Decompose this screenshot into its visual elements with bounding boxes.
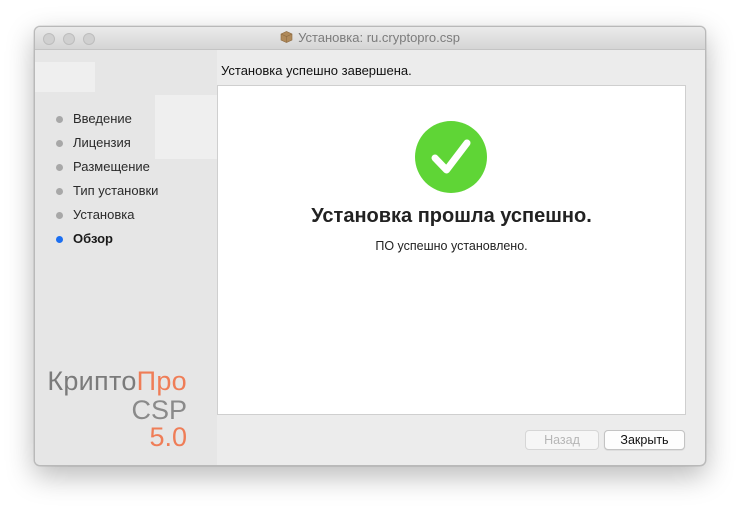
step-dot xyxy=(56,164,63,171)
step-dot xyxy=(56,188,63,195)
logo-pro: Про xyxy=(136,366,187,396)
installer-window: Установка: ru.cryptopro.csp Введение Лиц… xyxy=(34,26,706,466)
step-installation: Установка xyxy=(53,203,158,227)
title-bar[interactable]: Установка: ru.cryptopro.csp xyxy=(35,27,705,50)
step-dot-active xyxy=(56,236,63,243)
sidebar-decoration xyxy=(35,62,95,92)
installer-steps-list: Введение Лицензия Размещение Тип установ… xyxy=(53,107,158,251)
step-label: Тип установки xyxy=(73,183,159,198)
package-icon xyxy=(280,31,293,43)
step-label: Лицензия xyxy=(73,135,131,150)
step-label: Установка xyxy=(73,207,135,222)
step-label: Размещение xyxy=(73,159,150,174)
close-button[interactable]: Закрыть xyxy=(604,430,685,450)
back-button[interactable]: Назад xyxy=(525,430,599,450)
step-installation-type: Тип установки xyxy=(53,179,158,203)
window-title-area: Установка: ru.cryptopro.csp xyxy=(35,30,705,45)
logo-csp: CSP xyxy=(131,395,187,425)
step-label: Обзор xyxy=(73,231,113,246)
content-panel: Установка прошла успешно. ПО успешно уст… xyxy=(217,85,686,415)
page-header: Установка успешно завершена. xyxy=(221,63,412,78)
step-summary: Обзор xyxy=(53,227,158,251)
step-dot xyxy=(56,212,63,219)
cryptopro-logo: КриптоПро xyxy=(35,367,187,395)
window-title: Установка: ru.cryptopro.csp xyxy=(298,30,460,45)
logo-version: 5.0 xyxy=(149,422,187,452)
success-subtitle: ПО успешно установлено. xyxy=(375,239,528,253)
success-title: Установка прошла успешно. xyxy=(311,205,592,227)
logo-krypto: Крипто xyxy=(47,366,137,396)
step-dot xyxy=(56,116,63,123)
step-dot xyxy=(56,140,63,147)
step-introduction: Введение xyxy=(53,107,158,131)
sidebar-decoration xyxy=(155,95,217,159)
success-checkmark-icon xyxy=(415,121,487,193)
step-destination: Размещение xyxy=(53,155,158,179)
step-label: Введение xyxy=(73,111,132,126)
step-license: Лицензия xyxy=(53,131,158,155)
